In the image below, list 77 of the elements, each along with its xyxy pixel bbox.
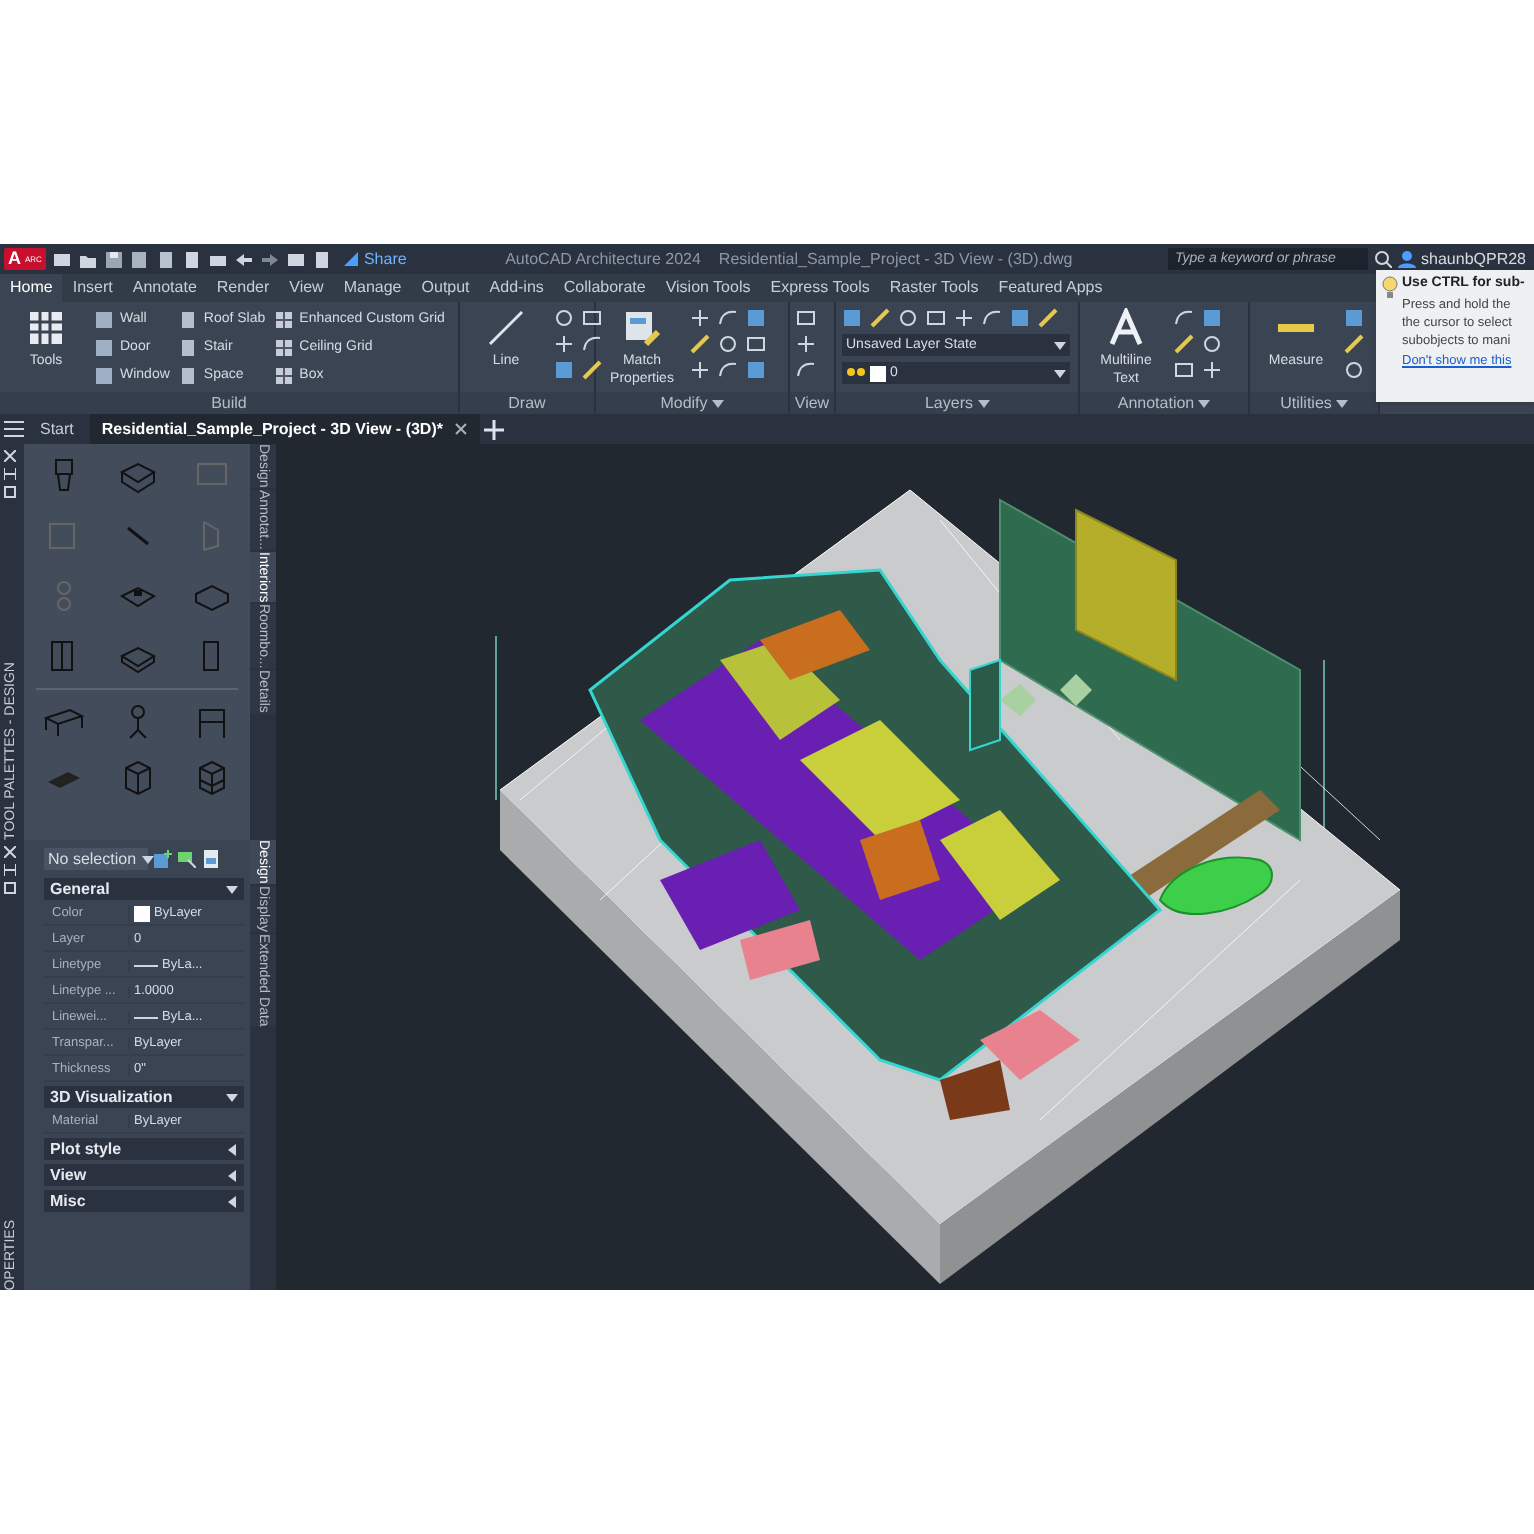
selection-dropdown[interactable]: No selection <box>44 848 148 870</box>
toolbar-icon[interactable] <box>285 249 306 269</box>
expand-icon[interactable] <box>226 1169 238 1181</box>
tool-icon[interactable] <box>273 337 294 357</box>
expand-icon[interactable] <box>226 1195 238 1207</box>
caret-icon[interactable] <box>142 853 155 865</box>
ribbon-tab[interactable]: Insert <box>62 280 123 296</box>
toolbar-icon[interactable] <box>233 249 254 269</box>
bulb-icon[interactable] <box>846 364 866 382</box>
autohide-icon[interactable] <box>4 468 16 480</box>
toolbar-icon[interactable] <box>51 249 72 269</box>
caret-icon[interactable] <box>977 397 989 409</box>
document-title: Residential_Sample_Project - 3D View - (3D).dwg <box>718 251 1073 267</box>
collapse-icon[interactable] <box>226 883 238 895</box>
close-icon[interactable] <box>454 422 469 436</box>
caret-icon[interactable] <box>1054 339 1066 351</box>
section-header[interactable]: Misc <box>44 1190 244 1212</box>
toolbar-icon[interactable] <box>129 249 150 269</box>
close-icon[interactable] <box>4 450 16 462</box>
quick-select-icon[interactable] <box>154 850 172 868</box>
caret-icon[interactable] <box>711 397 724 409</box>
section-header[interactable]: General <box>44 878 244 900</box>
ribbon-tab[interactable]: Output <box>411 280 480 296</box>
ribbon-tab[interactable]: Render <box>206 280 280 296</box>
expand-icon[interactable] <box>226 1143 238 1155</box>
ribbon-tab[interactable]: Annotate <box>122 280 207 296</box>
toolbar-icon[interactable] <box>181 249 202 269</box>
panel-title[interactable]: View <box>794 395 830 411</box>
lightbulb-icon[interactable] <box>1382 276 1398 300</box>
ribbon-tab[interactable]: Home <box>0 274 63 302</box>
tool-icon[interactable] <box>177 309 198 329</box>
ribbon-tab[interactable]: Manage <box>333 280 412 296</box>
properties-icon[interactable] <box>4 882 16 894</box>
toolbar-icon[interactable] <box>103 249 124 269</box>
ribbon-tab[interactable]: Raster Tools <box>879 280 989 296</box>
ribbon-tab[interactable]: Collaborate <box>553 280 656 296</box>
section-header[interactable]: View <box>44 1164 244 1186</box>
section-header[interactable]: 3D Visualization <box>44 1086 244 1108</box>
share-icon[interactable] <box>341 250 360 268</box>
tool-icon[interactable] <box>177 337 198 357</box>
properties-icon[interactable] <box>4 486 16 498</box>
ribbon-tab[interactable]: View <box>279 280 334 296</box>
user-icon[interactable] <box>1397 250 1416 268</box>
share-button[interactable]: Share <box>337 250 411 268</box>
ribbon-tab[interactable]: Express Tools <box>760 280 880 296</box>
user-name[interactable]: shaunbQPR28 <box>1421 251 1530 267</box>
tool-icon[interactable] <box>273 309 294 329</box>
caret-icon[interactable] <box>1198 397 1211 409</box>
panel-title[interactable]: Build <box>211 395 247 411</box>
collapse-icon[interactable] <box>226 1091 238 1103</box>
ribbon-tab[interactable]: Add-ins <box>479 280 554 296</box>
tool-icon[interactable] <box>177 365 198 385</box>
select-objects-icon[interactable] <box>178 850 196 868</box>
line-sample-icon[interactable] <box>134 962 158 970</box>
ribbon-tab[interactable]: Featured Apps <box>988 280 1113 296</box>
line-sample-icon[interactable] <box>134 1014 158 1022</box>
file-tab[interactable]: Residential_Sample_Project - 3D View - (3D)* <box>89 414 481 444</box>
app-title: AutoCAD Architecture 2024 <box>505 251 701 267</box>
tool-icon[interactable] <box>273 365 294 385</box>
section-header[interactable]: Plot style <box>44 1138 244 1160</box>
search-icon[interactable] <box>1373 250 1392 268</box>
file-tab[interactable]: Start <box>28 414 86 444</box>
toolbar-icon[interactable] <box>311 249 332 269</box>
caret-icon[interactable] <box>1054 367 1066 379</box>
add-tab-icon[interactable] <box>484 419 505 439</box>
toolbar-icon[interactable] <box>155 249 176 269</box>
tool-icon[interactable] <box>26 308 66 348</box>
ribbon-tab[interactable]: Vision Tools <box>655 280 761 296</box>
swatch-icon[interactable] <box>870 365 886 381</box>
close-icon[interactable] <box>4 846 16 858</box>
tool-icon[interactable] <box>622 308 662 348</box>
toggle-pickadd-icon[interactable] <box>202 850 220 868</box>
autohide-icon[interactable] <box>4 864 16 876</box>
color-swatch-icon[interactable] <box>134 906 150 922</box>
menu-icon[interactable] <box>4 420 24 438</box>
panel-title[interactable]: Layers <box>924 395 989 411</box>
caret-icon[interactable] <box>1335 397 1348 409</box>
